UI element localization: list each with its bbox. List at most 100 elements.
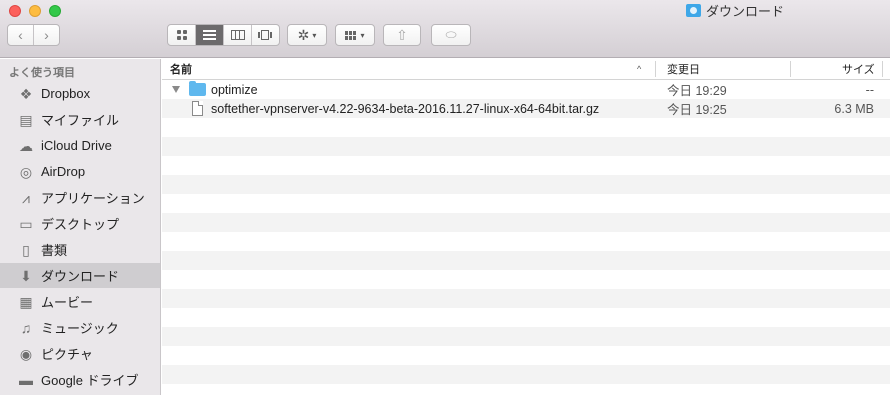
row-stripe: [162, 289, 890, 308]
sidebar-item-label: iCloud Drive: [41, 138, 112, 153]
row-stripe: [162, 327, 890, 346]
sidebar-item-label: アプリケーション: [41, 191, 145, 206]
zoom-window-button[interactable]: [49, 5, 61, 17]
sidebar-item-movies[interactable]: ▦ ムービー: [0, 289, 160, 314]
view-mode-control: [167, 24, 280, 46]
music-icon: ♫: [20, 319, 32, 336]
sidebar-item-label: 書類: [41, 243, 68, 258]
file-name: optimize: [211, 82, 258, 97]
file-name: softether-vpnserver-v4.22-9634-beta-2016…: [211, 101, 600, 116]
sidebar-item-downloads[interactable]: ⬇ ダウンロード: [0, 263, 160, 288]
cloud-icon: ☁: [19, 137, 33, 154]
row-stripe: [162, 346, 890, 365]
airdrop-icon: ◎: [19, 163, 33, 180]
row-stripe: [162, 137, 890, 156]
row-stripe: [162, 156, 890, 175]
sidebar-item-label: ムービー: [41, 295, 94, 310]
modified-date: 今日 19:25: [667, 103, 727, 117]
sidebar-item-folder[interactable]: ▬ Google ドライブ: [0, 367, 160, 392]
dropbox-icon: ❖: [19, 85, 33, 102]
arrange-menu-button[interactable]: ▾: [335, 24, 375, 46]
column-divider[interactable]: [790, 61, 791, 77]
file-list: optimize 今日 19:29 -- softether-vpnserver-v4…: [162, 80, 890, 395]
sidebar-item-label: デスクトップ: [41, 217, 120, 232]
modified-date: 今日 19:29: [667, 84, 727, 98]
downloads-icon: ⬇: [20, 267, 32, 284]
file-size: 6.3 MB: [834, 101, 874, 116]
action-menu-button[interactable]: ✲ ▾: [287, 24, 327, 46]
chevron-right-icon: ›: [44, 27, 49, 43]
file-size: --: [865, 82, 874, 97]
sidebar-item-music[interactable]: ♫ ミュージック: [0, 315, 160, 340]
chevron-left-icon: ‹: [18, 27, 23, 43]
sidebar-item-documents[interactable]: ▯ 書類: [0, 237, 160, 262]
row-stripe: [162, 251, 890, 270]
sort-ascending-icon: ^: [637, 64, 642, 74]
row-stripe: [162, 308, 890, 327]
window-toolbar: ダウンロード ‹ › ✲ ▾ ▾ ⇧ ⬭: [0, 0, 890, 58]
table-row[interactable]: softether-vpnserver-v4.22-9634-beta-2016…: [162, 99, 890, 118]
row-stripe: [162, 270, 890, 289]
all-my-files-icon: ▤: [19, 111, 33, 128]
arrange-grid-icon: [345, 30, 357, 40]
pictures-icon: ◉: [19, 345, 33, 362]
row-stripe: [162, 213, 890, 232]
sidebar-item-pictures[interactable]: ◉ ピクチャ: [0, 341, 160, 366]
row-stripe: [162, 384, 890, 395]
sidebar-item-cloud[interactable]: ☁ iCloud Drive: [0, 133, 160, 158]
navigation-buttons: ‹ ›: [7, 24, 60, 46]
column-divider[interactable]: [655, 61, 656, 77]
column-header-date[interactable]: 変更日: [667, 59, 700, 79]
tag-icon: ⬭: [445, 27, 457, 42]
sidebar-item-desktop[interactable]: ▭ デスクトップ: [0, 211, 160, 236]
row-stripe: [162, 365, 890, 384]
sidebar-heading: よく使う項目: [9, 67, 75, 79]
cover-flow-button[interactable]: [251, 25, 279, 45]
sidebar-item-dropbox[interactable]: ❖ Dropbox: [0, 81, 160, 106]
document-icon: [192, 101, 203, 116]
share-button[interactable]: ⇧: [383, 24, 421, 46]
column-divider[interactable]: [882, 61, 883, 77]
back-button[interactable]: ‹: [8, 25, 33, 45]
table-row[interactable]: optimize 今日 19:29 --: [162, 80, 890, 99]
disclosure-triangle-icon[interactable]: [172, 86, 180, 93]
column-view-button[interactable]: [223, 25, 251, 45]
sidebar-item-label: Google ドライブ: [41, 373, 139, 388]
chevron-down-icon: ▾: [360, 30, 365, 40]
sidebar-item-applications[interactable]: ⩘ アプリケーション: [0, 185, 160, 210]
applications-icon: ⩘: [22, 189, 30, 206]
sidebar-item-label: ダウンロード: [41, 269, 120, 284]
column-header-name[interactable]: 名前: [170, 59, 192, 79]
close-window-button[interactable]: [9, 5, 21, 17]
grid-icon: [176, 30, 187, 40]
sidebar-item-all-my-files[interactable]: ▤ マイファイル: [0, 107, 160, 132]
cover-flow-icon: [257, 30, 274, 40]
sidebar-item-label: AirDrop: [41, 164, 86, 179]
sidebar-item-airdrop[interactable]: ◎ AirDrop: [0, 159, 160, 184]
sidebar: よく使う項目 ❖ Dropbox ▤ マイファイル ☁ iCloud Drive ◎ AirD…: [0, 59, 161, 395]
folder-icon: [189, 81, 206, 96]
list-view-button[interactable]: [195, 25, 223, 45]
sidebar-item-label: ミュージック: [41, 321, 119, 336]
list-header: 名前 ^ 変更日 サイズ: [162, 59, 890, 80]
row-stripe: [162, 118, 890, 137]
window-title: ダウンロード: [686, 2, 785, 19]
folder-icon: ▬: [19, 371, 33, 388]
row-stripe: [162, 194, 890, 213]
forward-button[interactable]: ›: [33, 25, 59, 45]
row-stripe: [162, 175, 890, 194]
window-title-text: ダウンロード: [706, 3, 785, 19]
columns-icon: [230, 30, 245, 40]
share-icon: ⇧: [396, 26, 408, 43]
gear-icon: ✲: [297, 26, 310, 43]
sidebar-item-label: ピクチャ: [41, 347, 93, 362]
desktop-icon: ▭: [19, 215, 33, 232]
column-header-size[interactable]: サイズ: [842, 59, 875, 79]
tag-button[interactable]: ⬭: [431, 24, 471, 46]
minimize-window-button[interactable]: [29, 5, 41, 17]
movies-icon: ▦: [19, 293, 33, 310]
sidebar-item-label: Dropbox: [41, 86, 91, 101]
sidebar-item-label: マイファイル: [41, 113, 120, 128]
downloads-folder-icon: [686, 3, 701, 17]
icon-view-button[interactable]: [168, 25, 195, 45]
